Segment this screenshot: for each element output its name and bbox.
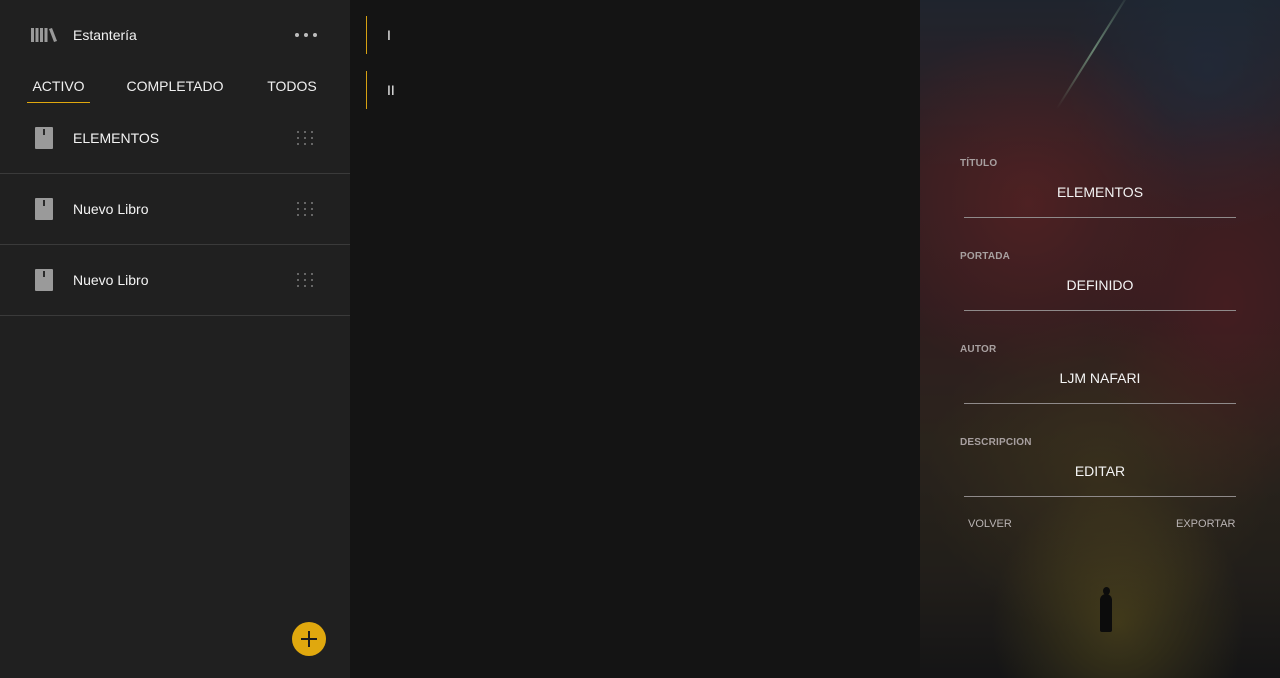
book-list: ELEMENTOS Nuevo Libro Nuevo Libro — [0, 103, 350, 316]
export-button[interactable]: EXPORTAR — [1176, 518, 1236, 530]
background-figure — [1100, 587, 1112, 632]
back-button[interactable]: VOLVER — [968, 518, 1012, 530]
field-label: TÍTULO — [960, 158, 998, 169]
field-underline — [964, 310, 1236, 311]
sidebar-header: Estantería — [0, 0, 350, 70]
tab-completado[interactable]: COMPLETADO — [125, 70, 225, 104]
background-art — [1055, 0, 1132, 110]
add-book-button[interactable] — [292, 622, 326, 656]
sidebar: Estantería ACTIVO COMPLETADO TODOS ELEME… — [0, 0, 350, 678]
description-input[interactable]: EDITAR — [964, 463, 1236, 479]
app-title: Estantería — [73, 27, 137, 43]
chapter-label: II — [387, 82, 395, 98]
field-underline — [964, 217, 1236, 218]
book-details-panel: TÍTULO ELEMENTOS PORTADA DEFINIDO AUTOR … — [920, 0, 1280, 678]
field-label: DESCRIPCION — [960, 437, 1032, 448]
book-icon — [35, 269, 53, 291]
tab-activo[interactable]: ACTIVO — [27, 70, 90, 104]
book-item-elementos[interactable]: ELEMENTOS — [0, 103, 350, 174]
filter-tabs: ACTIVO COMPLETADO TODOS — [0, 70, 350, 104]
book-title: Nuevo Libro — [73, 272, 149, 288]
bookshelf-icon — [31, 28, 57, 42]
description-field: DESCRIPCION EDITAR — [960, 437, 1236, 530]
field-underline — [964, 403, 1236, 404]
chapter-list: I II — [350, 0, 920, 678]
title-field: TÍTULO ELEMENTOS — [960, 158, 1236, 251]
drag-handle-icon[interactable] — [296, 201, 314, 217]
field-label: PORTADA — [960, 251, 1011, 262]
chapter-item-2[interactable]: II — [366, 71, 486, 109]
field-label: AUTOR — [960, 344, 997, 355]
book-item-nuevo-libro-2[interactable]: Nuevo Libro — [0, 245, 350, 316]
more-options-icon[interactable] — [292, 26, 320, 44]
author-field: AUTOR LJM NAFARI — [960, 344, 1236, 437]
book-title: Nuevo Libro — [73, 201, 149, 217]
book-icon — [35, 198, 53, 220]
drag-handle-icon[interactable] — [296, 130, 314, 146]
cover-input[interactable]: DEFINIDO — [964, 277, 1236, 293]
field-underline — [964, 496, 1236, 497]
chapter-item-1[interactable]: I — [366, 16, 486, 54]
drag-handle-icon[interactable] — [296, 272, 314, 288]
book-item-nuevo-libro-1[interactable]: Nuevo Libro — [0, 174, 350, 245]
author-input[interactable]: LJM NAFARI — [964, 370, 1236, 386]
cover-field: PORTADA DEFINIDO — [960, 251, 1236, 344]
tab-todos[interactable]: TODOS — [264, 70, 320, 104]
chapter-label: I — [387, 27, 391, 43]
title-input[interactable]: ELEMENTOS — [964, 184, 1236, 200]
book-title: ELEMENTOS — [73, 130, 160, 146]
book-icon — [35, 127, 53, 149]
